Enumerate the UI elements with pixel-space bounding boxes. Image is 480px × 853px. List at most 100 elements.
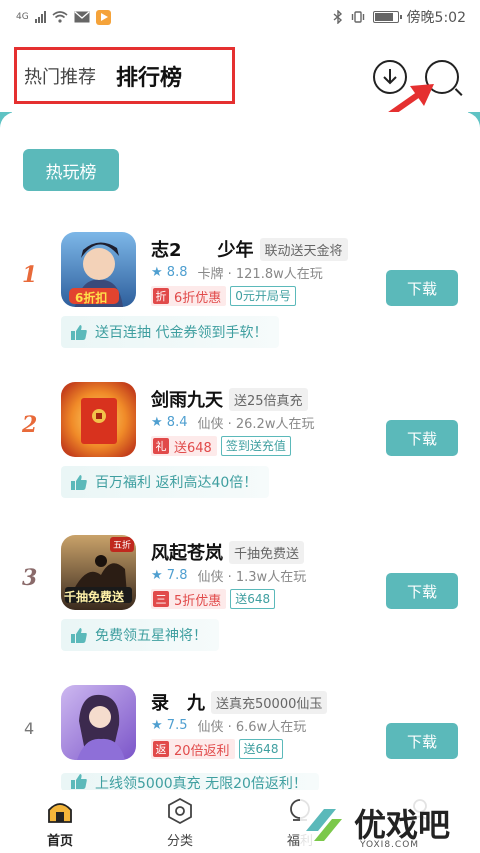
icon-corner-badge: 五折 xyxy=(109,537,134,552)
download-button[interactable]: 下载 xyxy=(386,270,458,306)
download-button[interactable]: 下载 xyxy=(386,420,458,456)
nav-label: 首页 xyxy=(46,834,73,849)
rating: ★ 7.8 xyxy=(151,568,188,583)
promo-badge: 礼送648 xyxy=(151,436,217,456)
status-left: 4G xyxy=(16,9,111,25)
category-players: 仙侠 · 1.3w人在玩 xyxy=(197,570,307,585)
game-row[interactable]: 3 千抽免费送 五折 风起苍岚 千抽免费送 ★ 7.8 仙侠 · 1.3w人在玩… xyxy=(0,531,480,681)
rebate-icon: 返 xyxy=(153,741,169,757)
status-bar: 4G 傍晚5:02 xyxy=(0,0,480,34)
discount-icon: 折 xyxy=(153,288,169,304)
benefit-banner[interactable]: 百万福利 返利高达40倍！ xyxy=(61,466,270,498)
notification-app-icon xyxy=(95,9,111,25)
game-icon[interactable] xyxy=(61,685,136,760)
thumbs-up-icon xyxy=(71,628,87,643)
title-row: 风起苍岚 千抽免费送 xyxy=(151,539,305,565)
meta-row: ★ 8.8 卡牌 · 121.8w人在玩 xyxy=(151,263,323,282)
download-button[interactable]: 下载 xyxy=(386,723,458,759)
benefit-banner[interactable]: 送百连抽 代金券领到手软！ xyxy=(61,316,280,348)
outline-tag: 送648 xyxy=(238,739,284,759)
download-button[interactable]: 下载 xyxy=(386,573,458,609)
promo-badge: 返 20倍返利 xyxy=(151,739,235,759)
category-players: 仙侠 · 26.2w人在玩 xyxy=(197,417,315,432)
outline-tag: 签到送充值 xyxy=(220,436,291,456)
mail-icon xyxy=(74,11,90,23)
thumbs-up-icon xyxy=(71,325,87,340)
meta-row: ★ 8.4 仙侠 · 26.2w人在玩 xyxy=(151,413,314,432)
rating: ★ 7.5 xyxy=(151,718,188,733)
benefit-text: 送百连抽 代金券领到手软！ xyxy=(95,325,268,341)
title-row: 志2 少年 联动送天金将 xyxy=(151,236,348,262)
promo-row: 折 6折优惠 0元开局号 xyxy=(151,286,296,306)
nav-home[interactable]: 首页 xyxy=(0,790,120,853)
feature-tag: 送25倍真充 xyxy=(229,387,308,411)
icon-badge: 千抽免费送 xyxy=(64,590,125,604)
tab-leaderboard[interactable]: 排行榜 xyxy=(116,60,182,92)
discount-icon: 三 xyxy=(153,591,169,607)
feature-tag: 送真充50000仙玉 xyxy=(211,690,328,714)
promo-badge: 三 5折优惠 xyxy=(151,589,227,609)
wifi-icon xyxy=(52,11,68,23)
icon-badge: 6折扣 xyxy=(75,291,108,305)
meta-row: ★ 7.5 仙侠 · 6.6w人在玩 xyxy=(151,716,306,735)
promo-row: 三 5折优惠 送648 xyxy=(151,589,276,609)
game-row[interactable]: 2 剑雨九天 送25倍真充 ★ 8.4 仙侠 · 26.2w人在玩 礼送648 … xyxy=(0,378,480,528)
promo-row: 礼送648 签到送充值 xyxy=(151,436,291,456)
game-icon[interactable] xyxy=(61,382,136,457)
outline-tag: 送648 xyxy=(230,589,276,609)
title-row: 录 九 送真充50000仙玉 xyxy=(151,689,328,715)
battery-icon xyxy=(372,11,402,23)
signal-icon xyxy=(34,11,46,23)
benefit-text: 免费领五星神将！ xyxy=(95,628,207,644)
rank-number: 3 xyxy=(22,565,38,591)
gift-icon: 礼 xyxy=(153,438,169,454)
watermark: 优戏吧 YOXI8.COM xyxy=(300,796,480,853)
status-right: 傍晚5:02 xyxy=(333,7,466,27)
benefit-banner[interactable]: 免费领五星神将！ xyxy=(61,619,219,651)
benefit-banner[interactable]: 上线领5000真充 无限20倍返利！ xyxy=(61,773,319,791)
category-icon xyxy=(168,797,192,825)
hot-play-list-button[interactable]: 热玩榜 xyxy=(23,149,119,191)
watermark-url: YOXI8.COM xyxy=(360,840,420,850)
rating: ★ 8.8 xyxy=(151,265,188,280)
promo-text: 5折优惠 xyxy=(174,593,222,609)
promo-badge: 折 6折优惠 xyxy=(151,286,227,306)
tab-hot-recommend[interactable]: 热门推荐 xyxy=(24,63,96,89)
feature-tag: 千抽免费送 xyxy=(229,540,305,564)
rank-number: 4 xyxy=(24,719,35,738)
rank-number: 1 xyxy=(22,262,38,288)
meta-row: ★ 7.8 仙侠 · 1.3w人在玩 xyxy=(151,566,306,585)
bluetooth-icon xyxy=(333,10,342,24)
promo-text: 送648 xyxy=(174,440,212,456)
vibrate-icon xyxy=(351,11,364,23)
category-players: 仙侠 · 6.6w人在玩 xyxy=(197,720,307,735)
home-icon xyxy=(48,803,72,823)
game-title: 剑雨九天 xyxy=(151,390,223,411)
rank-number: 2 xyxy=(22,412,38,438)
rating-value: 8.4 xyxy=(166,415,188,430)
game-title: 录 九 xyxy=(151,693,205,714)
watermark-text: 优戏吧 xyxy=(354,805,451,844)
promo-text: 20倍返利 xyxy=(174,743,230,759)
clock: 傍晚5:02 xyxy=(406,10,466,26)
game-title: 志2 少年 xyxy=(151,240,254,261)
game-row[interactable]: 1 6折扣 志2 少年 联动送天金将 ★ 8.8 卡牌 · 121.8w人在玩 … xyxy=(0,228,480,378)
nav-category[interactable]: 分类 xyxy=(120,790,240,853)
promo-text: 6折优惠 xyxy=(174,290,222,306)
promo-row: 返 20倍返利 送648 xyxy=(151,739,284,759)
thumbs-up-icon xyxy=(71,475,87,490)
game-icon[interactable]: 6折扣 xyxy=(61,232,136,307)
outline-tag: 0元开局号 xyxy=(230,286,296,306)
game-icon[interactable]: 千抽免费送 五折 xyxy=(61,535,136,610)
benefit-text: 百万福利 返利高达40倍！ xyxy=(95,475,258,491)
title-row: 剑雨九天 送25倍真充 xyxy=(151,386,308,412)
rating-value: 7.5 xyxy=(166,718,188,733)
nav-label: 分类 xyxy=(166,834,193,849)
feature-tag: 联动送天金将 xyxy=(259,237,348,261)
network-label: 4G xyxy=(16,12,29,22)
rating: ★ 8.4 xyxy=(151,415,188,430)
benefit-text: 上线领5000真充 无限20倍返利！ xyxy=(95,776,307,791)
rating-value: 8.8 xyxy=(166,265,188,280)
game-title: 风起苍岚 xyxy=(151,543,223,564)
thumbs-up-icon xyxy=(71,774,87,789)
